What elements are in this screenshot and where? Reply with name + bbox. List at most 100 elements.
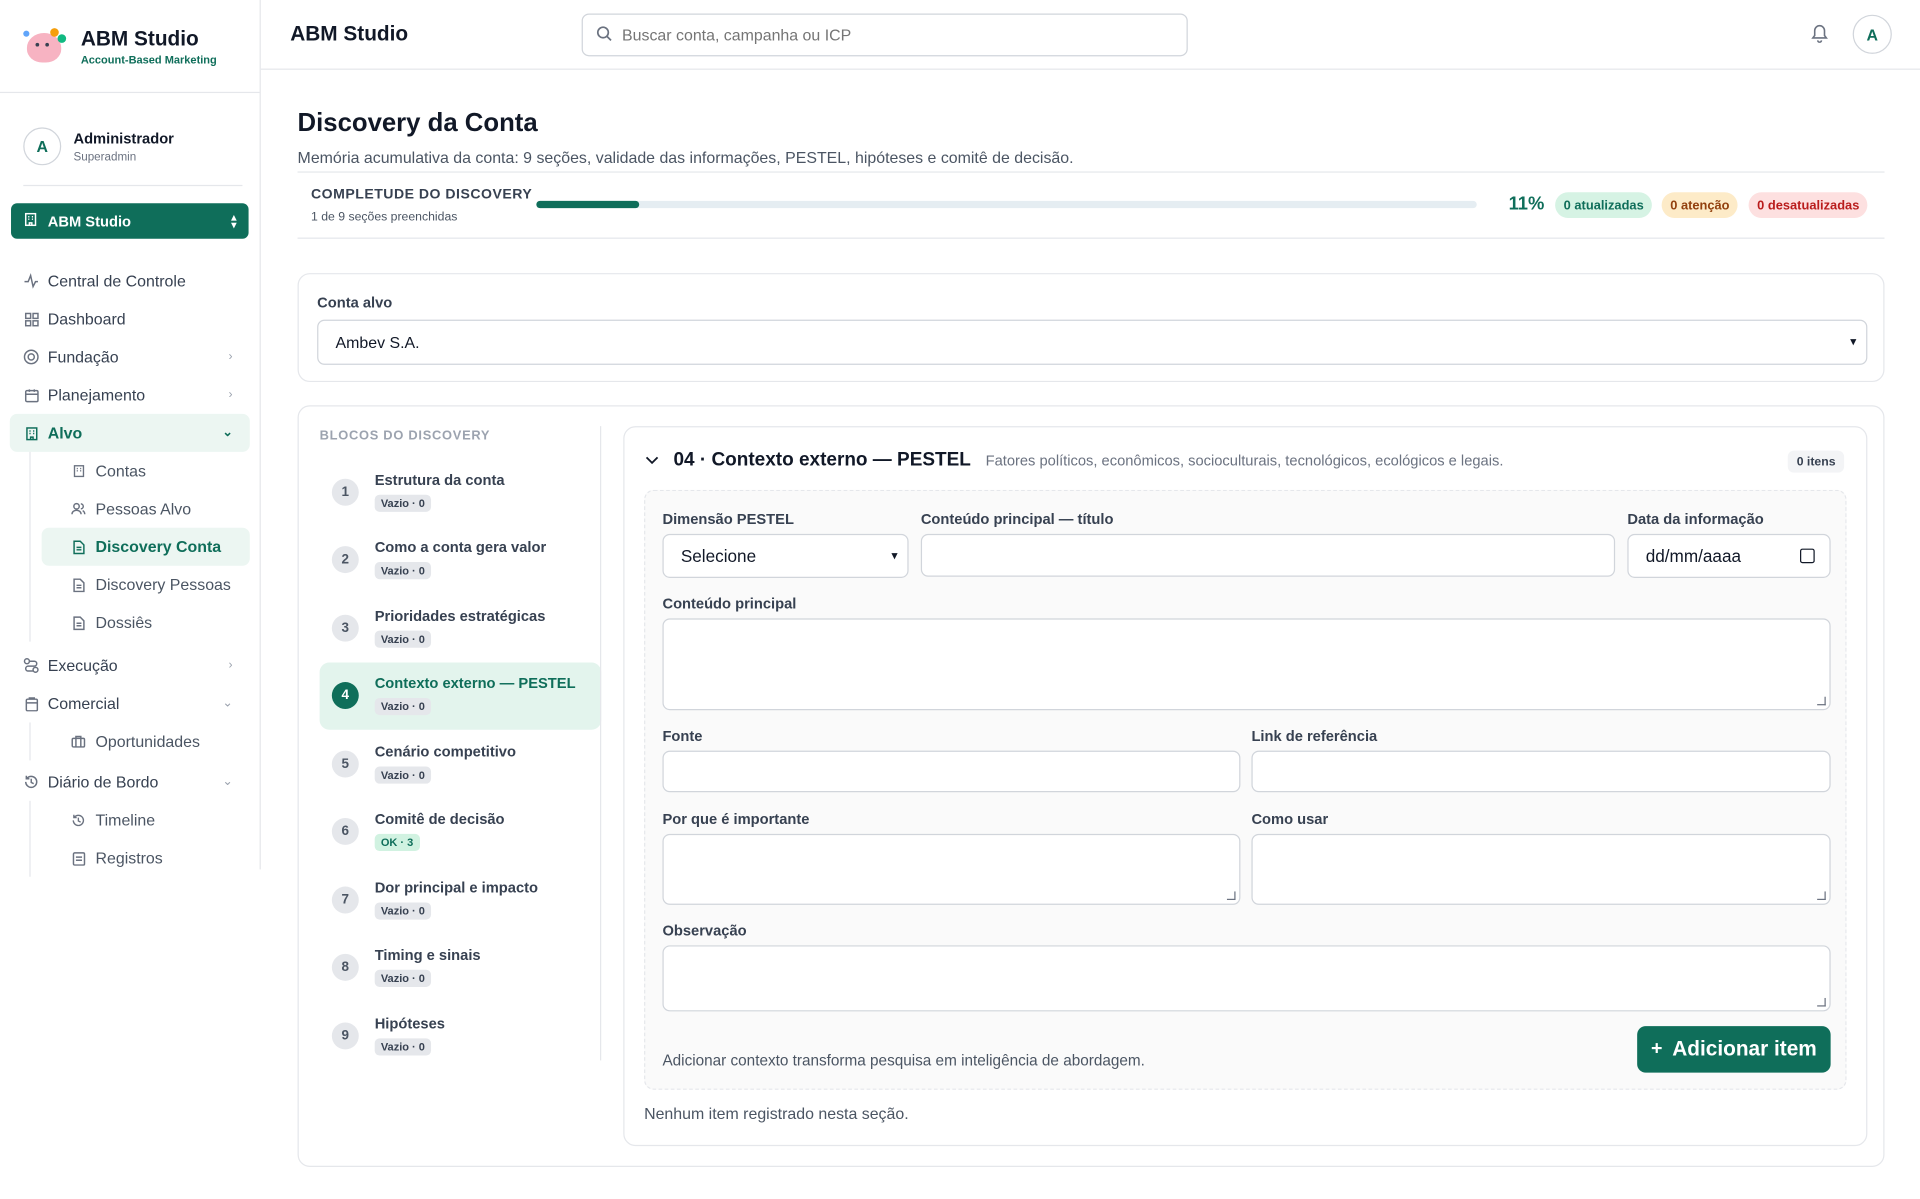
link-input[interactable]: [1251, 750, 1831, 793]
target-account-label: Conta alvo: [317, 293, 393, 312]
chevron-down-icon[interactable]: [645, 449, 659, 471]
history-icon: [71, 812, 86, 827]
calendar-icon[interactable]: [1800, 548, 1815, 564]
status-badge-attention: 0 atenção: [1661, 192, 1739, 218]
user-profile[interactable]: A Administrador Superadmin: [23, 120, 243, 187]
title-label: Conteúdo principal — título: [920, 510, 1114, 528]
chevron-updown-icon: ▴ ▾: [231, 211, 237, 230]
add-item-label: Adicionar item: [1672, 1037, 1817, 1061]
nav-dashboard[interactable]: Dashboard: [0, 300, 260, 338]
nav-diario[interactable]: Diário de Bordo ⌄: [0, 763, 260, 801]
discovery-block-item[interactable]: 3 Prioridades estratégicas Vazio · 0: [320, 594, 602, 662]
user-role: Superadmin: [73, 150, 137, 164]
dimension-value: Selecione: [680, 546, 757, 566]
clipboard-list-icon: [71, 850, 86, 866]
nav-pessoas-alvo[interactable]: Pessoas Alvo: [0, 490, 260, 528]
file-text-icon: [71, 577, 86, 592]
search-box[interactable]: [581, 13, 1188, 57]
nav-central[interactable]: Central de Controle: [0, 262, 260, 300]
brand[interactable]: ABM Studio Account-Based Marketing: [0, 0, 260, 94]
file-text-icon: [71, 539, 86, 554]
discovery-block-item[interactable]: 2 Como a conta gera valor Vazio · 0: [320, 526, 602, 594]
discovery-block-item[interactable]: 8 Timing e sinais Vazio · 0: [320, 934, 602, 1002]
add-item-button[interactable]: + Adicionar item: [1637, 1026, 1831, 1073]
nav-discovery-pessoas[interactable]: Discovery Pessoas: [0, 566, 260, 604]
workspace-label: ABM Studio: [47, 212, 132, 230]
chevron-right-icon: ›: [228, 658, 233, 673]
target-account-select[interactable]: Ambev S.A. ▾: [317, 319, 1868, 365]
block-text: Comitê de decisão OK · 3: [374, 811, 505, 853]
discovery-block-item[interactable]: 6 Comitê de decisão OK · 3: [320, 798, 602, 866]
block-number: 4: [331, 682, 359, 710]
main-content: Discovery da Conta Memória acumulativa d…: [297, 70, 1885, 1167]
nav-timeline[interactable]: Timeline: [0, 801, 260, 839]
completeness-progress-bar: [536, 200, 1477, 209]
nav-contas[interactable]: Contas: [0, 452, 260, 490]
resize-handle-icon[interactable]: [1226, 891, 1236, 901]
nav-label: Execução: [47, 656, 118, 675]
chevron-down-icon: ⌄: [222, 775, 233, 789]
resize-handle-icon[interactable]: [1817, 696, 1826, 706]
brand-title: ABM Studio: [80, 26, 199, 50]
nav-label: Diário de Bordo: [47, 772, 159, 792]
content-textarea[interactable]: [662, 618, 1831, 711]
discovery-block-item[interactable]: 7 Dor principal e impacto Vazio · 0: [320, 866, 602, 934]
nav-oportunidades[interactable]: Oportunidades: [0, 722, 260, 760]
building-icon: [23, 212, 38, 230]
block-title: Dor principal e impacto: [374, 878, 538, 897]
search-input[interactable]: [622, 25, 1161, 45]
diario-submenu: Timeline Registros: [0, 800, 260, 877]
chevron-right-icon: ›: [228, 388, 233, 402]
why-textarea[interactable]: [662, 833, 1241, 905]
observation-textarea[interactable]: [662, 945, 1831, 1012]
nav-label: Alvo: [47, 423, 83, 443]
how-textarea[interactable]: [1251, 833, 1831, 905]
nav-label: Fundação: [47, 347, 119, 367]
source-input[interactable]: [662, 750, 1241, 793]
block-text: Prioridades estratégicas Vazio · 0: [374, 607, 546, 649]
discovery-blocks: BLOCOS DO DISCOVERY 1 Estrutura da conta V…: [318, 426, 602, 1070]
resize-handle-icon[interactable]: [1817, 997, 1826, 1007]
nav-registros[interactable]: Registros: [0, 839, 260, 877]
nav-alvo[interactable]: Alvo ⌄: [9, 413, 250, 452]
block-number: 7: [331, 886, 359, 914]
search-icon: [596, 25, 612, 45]
nav-discovery-conta[interactable]: Discovery Conta: [41, 527, 250, 566]
section-item-count: 0 itens: [1788, 450, 1845, 473]
nav-label: Discovery Conta: [95, 537, 222, 556]
block-number: 3: [331, 614, 359, 642]
activity-icon: [23, 273, 39, 289]
resize-handle-icon[interactable]: [1817, 891, 1826, 901]
title-input[interactable]: [920, 533, 1616, 577]
blocks-list: 1 Estrutura da conta Vazio · 0 2 Como a cont…: [318, 458, 602, 1070]
nav-label: Dossiês: [95, 613, 153, 632]
nav-label: Central de Controle: [47, 271, 186, 291]
dimension-select[interactable]: Selecione ▾: [662, 533, 909, 578]
nav-comercial[interactable]: Comercial ⌄: [0, 684, 260, 722]
discovery-block-item[interactable]: 1 Estrutura da conta Vazio · 0: [320, 458, 602, 526]
section-header[interactable]: 04 · Contexto externo — PESTEL Fatores p…: [645, 449, 1503, 471]
users-icon: [71, 501, 86, 516]
chevron-down-icon: ▾: [891, 549, 898, 563]
block-title: Prioridades estratégicas: [374, 607, 546, 625]
nav-dossies[interactable]: Dossiês: [0, 604, 260, 642]
completeness-label: COMPLETUDE DO DISCOVERY: [311, 187, 533, 203]
block-status-badge: Vazio · 0: [374, 902, 432, 920]
blocks-header: BLOCOS DO DISCOVERY: [319, 428, 491, 444]
block-number: 5: [331, 750, 359, 778]
discovery-block-item[interactable]: 9 Hipóteses Vazio · 0: [320, 1002, 602, 1070]
discovery-block-item[interactable]: 4 Contexto externo — PESTEL Vazio · 0: [319, 661, 602, 730]
bell-icon[interactable]: [1811, 23, 1831, 45]
nav-planejamento[interactable]: Planejamento ›: [0, 376, 260, 414]
nav-execucao[interactable]: Execução ›: [0, 647, 260, 685]
user-avatar-button[interactable]: A: [1852, 14, 1892, 54]
date-input[interactable]: dd/mm/aaaa: [1627, 533, 1831, 578]
workspace-selector[interactable]: ABM Studio ▴ ▾: [11, 203, 249, 239]
source-label: Fonte: [662, 727, 703, 745]
nav-fundacao[interactable]: Fundação ›: [0, 338, 260, 376]
file-text-icon: [71, 615, 86, 630]
block-status-badge: Vazio · 0: [374, 630, 432, 648]
nav-label: Timeline: [95, 810, 156, 829]
discovery-block-item[interactable]: 5 Cenário competitivo Vazio · 0: [320, 730, 602, 798]
nav-label: Discovery Pessoas: [95, 575, 231, 594]
